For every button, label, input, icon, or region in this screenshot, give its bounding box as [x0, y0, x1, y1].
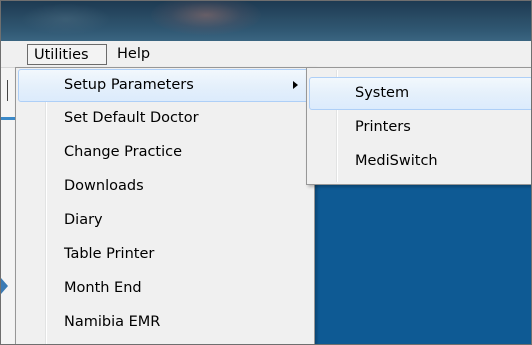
menu-item-label: Diary [64, 212, 103, 228]
menu-item-change-practice[interactable]: Change Practice [18, 136, 312, 169]
menu-help[interactable]: Help [111, 44, 161, 65]
menu-bar: Utilities Help [1, 41, 531, 68]
menu-item-label: Set Default Doctor [64, 110, 199, 126]
left-panel-divider [1, 80, 8, 101]
menu-item-label: Change Practice [64, 144, 183, 160]
left-panel-accent-line [1, 117, 15, 120]
menu-item-diary[interactable]: Diary [18, 204, 312, 237]
menu-item-system[interactable]: System [309, 77, 531, 110]
setup-parameters-submenu: System Printers MediSwitch [306, 67, 531, 185]
menu-item-table-printer[interactable]: Table Printer [18, 238, 312, 271]
menu-item-setup-parameters[interactable]: Setup Parameters [18, 69, 312, 102]
menu-item-namibia-emr[interactable]: Namibia EMR [18, 306, 312, 339]
menu-item-label: Month End [64, 280, 142, 296]
menu-item-set-default-doctor[interactable]: Set Default Doctor [18, 102, 312, 135]
menu-item-label: Setup Parameters [64, 77, 194, 93]
window-titlebar [1, 1, 531, 41]
menu-item-label: System [355, 85, 410, 101]
menu-item-label: MediSwitch [355, 153, 438, 169]
application-window: Utilities Help Setup Parameters Set Defa… [0, 0, 532, 345]
menu-item-mediswitch[interactable]: MediSwitch [309, 145, 531, 178]
left-panel-edge [1, 68, 15, 344]
menu-item-printers[interactable]: Printers [309, 111, 531, 144]
left-panel-arrow-icon [1, 278, 8, 294]
submenu-arrow-icon [293, 81, 298, 89]
menu-item-label: Namibia EMR [64, 314, 161, 330]
menu-item-label: Table Printer [64, 246, 155, 262]
menu-item-downloads[interactable]: Downloads [18, 170, 312, 203]
app-background-area [313, 185, 531, 344]
titlebar-glow-left [21, 3, 111, 35]
menu-item-label: Downloads [64, 178, 144, 194]
menu-utilities[interactable]: Utilities [27, 44, 107, 65]
utilities-dropdown-menu: Setup Parameters Set Default Doctor Chan… [15, 67, 315, 344]
menu-item-month-end[interactable]: Month End [18, 272, 312, 305]
menu-item-label: Printers [355, 119, 411, 135]
titlebar-glow [151, 1, 261, 35]
